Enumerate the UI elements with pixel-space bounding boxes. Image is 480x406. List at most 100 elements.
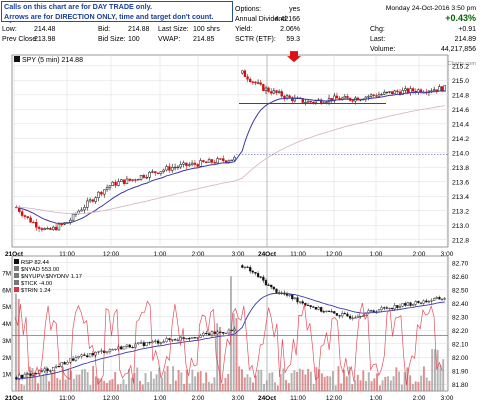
candle-body [122, 179, 126, 184]
price-tick-label: 213.4 [452, 194, 469, 201]
volume-bar [227, 373, 230, 391]
volume-bar [89, 385, 92, 391]
volume-bar [205, 372, 208, 391]
rsp-candle [325, 310, 328, 312]
volume-bar [362, 370, 365, 391]
candle-body [433, 89, 436, 92]
volume-bar [42, 374, 45, 391]
candle-body [346, 96, 349, 99]
candle-body [179, 164, 182, 168]
chart-svg: Open:215.00Ask:214.89P/E:Options:yesHigh… [2, 5, 476, 402]
rsp-candle [264, 280, 268, 286]
candle-body [264, 87, 268, 91]
indicator-tick-label: 81.90 [452, 368, 469, 375]
candle-body [80, 209, 83, 212]
stat-label: Last: [370, 36, 385, 43]
candle-body [120, 179, 123, 182]
volume-bar [86, 372, 89, 391]
rsp-candle [406, 302, 410, 306]
candle-body [108, 185, 112, 188]
volume-bar [50, 372, 53, 391]
volume-bar [114, 372, 117, 391]
rsp-candle [249, 267, 252, 272]
quote-label: Bid: [98, 26, 110, 33]
rsp-candle [312, 306, 315, 308]
volume-bar [422, 366, 425, 391]
volume-bar [389, 380, 392, 391]
volume-bar [436, 349, 439, 391]
rsp-candle [327, 310, 331, 312]
rsp-candle [262, 276, 265, 281]
volume-bar [188, 383, 191, 391]
volume-bar [387, 376, 390, 391]
volume-bar [420, 375, 423, 391]
volume-bar [433, 349, 436, 391]
volume-bar [343, 369, 345, 391]
candle-body [270, 91, 273, 94]
indicator-legend-swatch [14, 287, 19, 292]
candle-body [227, 160, 231, 163]
legend-swatch [14, 56, 20, 62]
candle-body [40, 228, 44, 230]
rsp-candle [105, 351, 109, 354]
volume-bar [309, 371, 312, 391]
volume-tick-label: 3M [2, 338, 11, 345]
candle-body [283, 95, 286, 99]
rsp-candle [86, 355, 89, 358]
rsp-candle [346, 313, 349, 317]
candle-body [351, 100, 354, 102]
candle-body [145, 177, 148, 179]
candle-body [137, 179, 140, 181]
volume-bar [83, 369, 86, 391]
candle-body [377, 94, 381, 97]
rsp-candle [270, 284, 273, 288]
volume-bar [337, 366, 340, 391]
volume-bar [301, 369, 304, 391]
rsp-candle [74, 357, 78, 361]
candle-body [246, 76, 249, 80]
indicator-xtick-label: 12:00 [103, 395, 120, 402]
indicator-xtick-label: 11:00 [290, 395, 306, 402]
rsp-candle [83, 354, 86, 356]
rsp-candle [322, 311, 325, 313]
volume-bar [271, 372, 274, 391]
rsp-candle [23, 373, 27, 379]
candle-body [233, 156, 236, 161]
indicator-tick-label: 82.60 [452, 274, 469, 281]
rsp-candle [188, 338, 191, 340]
volume-bar [116, 384, 119, 391]
volume-bar [139, 380, 141, 391]
candle-body [142, 175, 146, 178]
quote-label: Prev Close: [2, 36, 38, 43]
rsp-candle [190, 337, 194, 339]
candle-body [390, 91, 394, 95]
rsp-candle [440, 298, 444, 300]
rsp-candle [97, 351, 100, 353]
volume-bar [296, 371, 299, 391]
volume-bar [196, 372, 199, 391]
candle-body [114, 181, 117, 186]
rsp-candle [222, 332, 225, 334]
candle-body [32, 221, 35, 224]
rsp-candle [351, 317, 354, 319]
volume-tick-label: 6M [2, 287, 11, 294]
rsp-candle [380, 307, 383, 311]
rsp-candle [338, 315, 341, 317]
indicator-legend-swatch [14, 259, 19, 264]
stat-label: Volume: [370, 46, 395, 53]
indicator-xtick-label: 3:00 [441, 395, 454, 402]
volume-bar [298, 368, 301, 391]
rsp-candle [433, 298, 436, 301]
volume-bar [111, 379, 114, 391]
candle-body [251, 81, 254, 83]
volume-bar [180, 372, 183, 391]
candle-body [367, 96, 370, 98]
volume-bar [400, 384, 403, 391]
candle-body [404, 88, 407, 91]
volume-bar [183, 383, 186, 391]
candle-body [139, 175, 143, 180]
volume-bar [163, 371, 166, 391]
rsp-candle [35, 373, 38, 375]
volume-bar [323, 376, 326, 391]
volume-bar [194, 376, 197, 391]
